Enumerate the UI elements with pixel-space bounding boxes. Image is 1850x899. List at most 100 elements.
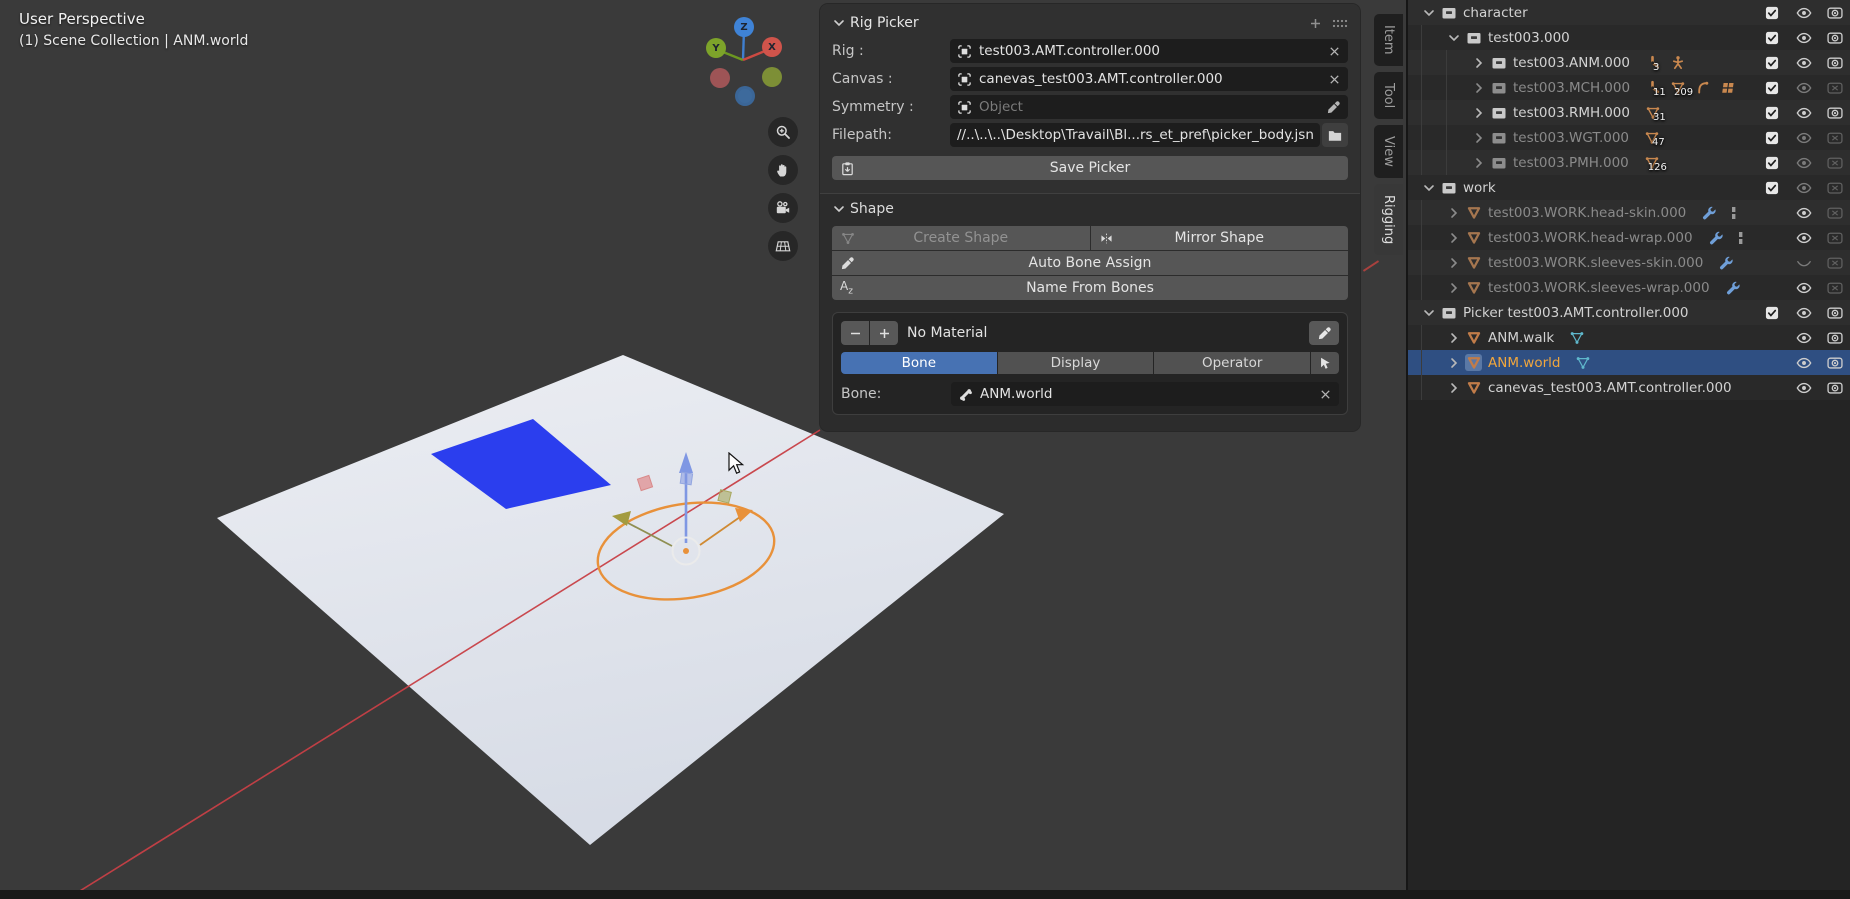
- save-picker-button[interactable]: Save Picker: [832, 156, 1348, 180]
- axis-z-ball[interactable]: Z: [734, 17, 754, 37]
- eye-icon[interactable]: [1796, 206, 1812, 220]
- collapse-chevron-icon[interactable]: [1418, 6, 1440, 20]
- camera-icon[interactable]: [1827, 56, 1843, 70]
- camera-icon[interactable]: [1827, 356, 1843, 370]
- expand-chevron-icon[interactable]: [1443, 331, 1465, 345]
- camera-disabled-icon[interactable]: [1827, 181, 1843, 195]
- axis-y-neg-ball[interactable]: [762, 67, 782, 87]
- rig-field[interactable]: test003.AMT.controller.000: [950, 39, 1348, 63]
- navigation-gizmo[interactable]: Z Y X: [704, 12, 788, 122]
- plane-handle-y[interactable]: [718, 490, 731, 503]
- canvas-field[interactable]: canevas_test003.AMT.controller.000: [950, 67, 1348, 91]
- eye-icon[interactable]: [1796, 31, 1812, 45]
- outliner-row[interactable]: work: [1408, 175, 1850, 200]
- expand-chevron-icon[interactable]: [1443, 231, 1465, 245]
- expand-chevron-icon[interactable]: [1468, 156, 1490, 170]
- camera-icon[interactable]: [1827, 31, 1843, 45]
- panel-collapse-chevron-icon[interactable]: [832, 16, 850, 30]
- sidebar-tab-view[interactable]: View: [1374, 125, 1403, 178]
- camera-icon[interactable]: [1827, 331, 1843, 345]
- collapse-chevron-icon[interactable]: [1418, 306, 1440, 320]
- expand-chevron-icon[interactable]: [1443, 256, 1465, 270]
- axis-y-ball[interactable]: Y: [706, 38, 726, 58]
- outliner-row[interactable]: test003.WORK.head-skin.000: [1408, 200, 1850, 225]
- camera-disabled-icon[interactable]: [1827, 81, 1843, 95]
- eye-icon[interactable]: [1796, 81, 1812, 95]
- outliner-row[interactable]: test003.RMH.00031: [1408, 100, 1850, 125]
- checkbox-enabled[interactable]: [1764, 156, 1780, 170]
- camera-disabled-icon[interactable]: [1827, 131, 1843, 145]
- eye-icon[interactable]: [1796, 356, 1812, 370]
- camera-disabled-icon[interactable]: [1827, 206, 1843, 220]
- axis-z-neg-ball[interactable]: [735, 86, 755, 106]
- outliner-row[interactable]: test003.WORK.head-wrap.000: [1408, 225, 1850, 250]
- camera-view-button[interactable]: [768, 193, 798, 223]
- expand-chevron-icon[interactable]: [1468, 56, 1490, 70]
- tab-bone[interactable]: Bone: [841, 352, 997, 374]
- camera-icon[interactable]: [1827, 306, 1843, 320]
- eye-icon[interactable]: [1796, 281, 1812, 295]
- operator-pointer-button[interactable]: [1311, 352, 1339, 374]
- eyedropper-icon[interactable]: [1326, 100, 1341, 115]
- material-eyedropper-button[interactable]: [1309, 321, 1339, 345]
- camera-disabled-icon[interactable]: [1827, 256, 1843, 270]
- checkbox-enabled[interactable]: [1764, 81, 1780, 95]
- camera-icon[interactable]: [1827, 381, 1843, 395]
- zoom-button[interactable]: [768, 117, 798, 147]
- collapse-chevron-icon[interactable]: [1418, 181, 1440, 195]
- checkbox-enabled[interactable]: [1764, 306, 1780, 320]
- bone-clear-icon[interactable]: [1319, 388, 1332, 401]
- outliner-row[interactable]: ANM.walk: [1408, 325, 1850, 350]
- name-from-bones-button[interactable]: AzName From Bones: [832, 276, 1348, 300]
- outliner-row[interactable]: test003.WORK.sleeves-wrap.000: [1408, 275, 1850, 300]
- axis-x-ball[interactable]: X: [762, 37, 782, 57]
- outliner-row[interactable]: Picker test003.AMT.controller.000: [1408, 300, 1850, 325]
- eye-icon[interactable]: [1796, 231, 1812, 245]
- pan-button[interactable]: [768, 155, 798, 185]
- checkbox-enabled[interactable]: [1764, 31, 1780, 45]
- expand-chevron-icon[interactable]: [1468, 81, 1490, 95]
- eye-icon[interactable]: [1796, 6, 1812, 20]
- filepath-field[interactable]: //..\..\..\Desktop\Travail\Bl...rs_et_pr…: [950, 123, 1320, 147]
- material-remove-button[interactable]: [841, 321, 869, 345]
- eye-icon[interactable]: [1796, 181, 1812, 195]
- auto-bone-assign-button[interactable]: Auto Bone Assign: [832, 251, 1348, 275]
- expand-chevron-icon[interactable]: [1443, 356, 1465, 370]
- expand-chevron-icon[interactable]: [1468, 106, 1490, 120]
- panel-drag-dots-icon[interactable]: [1332, 19, 1348, 28]
- camera-disabled-icon[interactable]: [1827, 156, 1843, 170]
- eye-closed-icon[interactable]: [1796, 256, 1812, 270]
- expand-chevron-icon[interactable]: [1443, 206, 1465, 220]
- expand-chevron-icon[interactable]: [1443, 381, 1465, 395]
- material-add-button[interactable]: [870, 321, 898, 345]
- rig-clear-icon[interactable]: [1328, 45, 1341, 58]
- outliner-row[interactable]: character: [1408, 0, 1850, 25]
- outliner[interactable]: charactertest003.000test003.ANM.0003test…: [1406, 0, 1850, 899]
- eye-icon[interactable]: [1796, 56, 1812, 70]
- outliner-row[interactable]: canevas_test003.AMT.controller.000: [1408, 375, 1850, 400]
- symmetry-field[interactable]: Object: [950, 95, 1348, 119]
- outliner-row[interactable]: test003.MCH.00011209: [1408, 75, 1850, 100]
- canvas-clear-icon[interactable]: [1328, 73, 1341, 86]
- checkbox-enabled[interactable]: [1764, 106, 1780, 120]
- outliner-row[interactable]: test003.WORK.sleeves-skin.000: [1408, 250, 1850, 275]
- outliner-row[interactable]: test003.WGT.00047: [1408, 125, 1850, 150]
- expand-chevron-icon[interactable]: [1443, 281, 1465, 295]
- outliner-row[interactable]: test003.PMH.000126: [1408, 150, 1850, 175]
- checkbox-enabled[interactable]: [1764, 6, 1780, 20]
- expand-chevron-icon[interactable]: [1468, 131, 1490, 145]
- eye-icon[interactable]: [1796, 156, 1812, 170]
- sidebar-tab-tool[interactable]: Tool: [1374, 72, 1403, 119]
- plane-handle-z[interactable]: [680, 472, 692, 484]
- checkbox-enabled[interactable]: [1764, 56, 1780, 70]
- eye-icon[interactable]: [1796, 381, 1812, 395]
- eye-icon[interactable]: [1796, 106, 1812, 120]
- shape-collapse-chevron-icon[interactable]: [832, 202, 850, 216]
- open-filebrowser-button[interactable]: [1322, 123, 1348, 147]
- eye-icon[interactable]: [1796, 306, 1812, 320]
- outliner-row[interactable]: ANM.world: [1408, 350, 1850, 375]
- camera-disabled-icon[interactable]: [1827, 281, 1843, 295]
- camera-disabled-icon[interactable]: [1827, 231, 1843, 245]
- outliner-row[interactable]: test003.000: [1408, 25, 1850, 50]
- camera-icon[interactable]: [1827, 6, 1843, 20]
